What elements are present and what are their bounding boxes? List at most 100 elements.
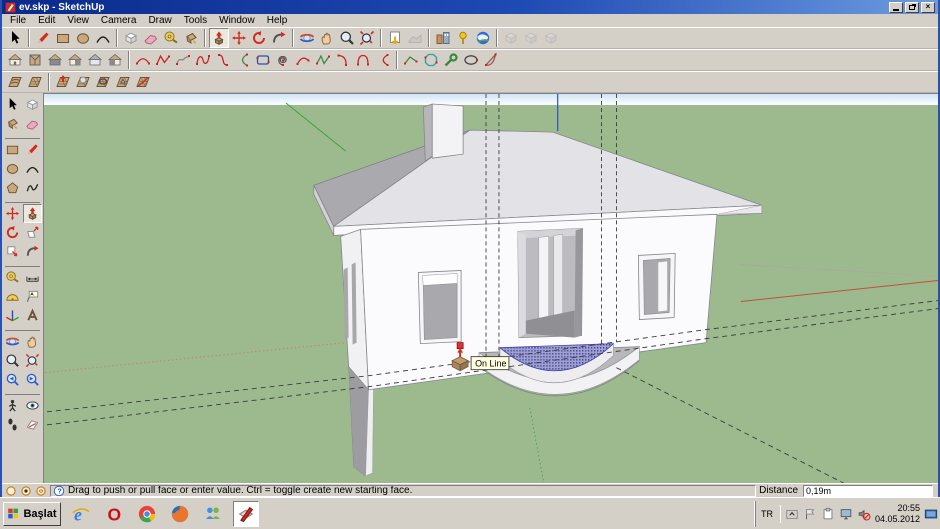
tape-measure-button[interactable] [161,28,181,48]
zoom-extents-button[interactable] [23,351,42,370]
drape-button[interactable] [93,72,113,92]
rounded-rectangle-button[interactable] [253,50,273,70]
line-button[interactable] [33,28,53,48]
c-curve-button[interactable] [373,50,393,70]
share-component-button[interactable] [541,28,561,48]
left-window[interactable] [418,270,461,343]
minimize-button[interactable] [889,2,903,13]
make-component-button[interactable] [121,28,141,48]
rotate-button[interactable] [249,28,269,48]
right-view-button[interactable] [65,50,85,70]
iso-view-button[interactable] [5,50,25,70]
menu-window[interactable]: Window [213,14,261,27]
protractor-button[interactable] [3,287,22,306]
from-scratch-button[interactable] [25,72,45,92]
toggle-terrain-button[interactable] [405,28,425,48]
paint-bucket-button[interactable] [3,114,22,133]
sketchup-button[interactable] [233,501,259,527]
zoom-previous-button[interactable] [3,370,22,389]
geolocation-icon[interactable] [5,485,17,497]
title-bar[interactable]: ev.skp - SketchUp × [2,0,938,14]
select-button[interactable] [5,28,25,48]
ellipse-button[interactable] [461,50,481,70]
signin-icon[interactable] [35,485,47,497]
credit-icon[interactable] [20,485,32,497]
axes-button[interactable] [3,306,22,325]
restore-button[interactable] [905,2,919,13]
spiral-button[interactable] [273,50,293,70]
language-indicator[interactable]: TR [758,508,776,520]
u-curve-button[interactable] [353,50,373,70]
clipboard-icon[interactable] [821,507,835,521]
top-view-button[interactable] [25,50,45,70]
polygon-ring-button[interactable] [421,50,441,70]
get-current-view-button[interactable] [385,28,405,48]
eraser-button[interactable] [23,114,42,133]
menu-help[interactable]: Help [261,14,294,27]
polygon-button[interactable] [3,178,22,197]
arc-button[interactable] [93,28,113,48]
plugin-wrench-button[interactable] [441,50,461,70]
hide-icons-arrow[interactable] [785,507,799,521]
google-earth-button[interactable] [473,28,493,48]
push-pull-button[interactable] [23,204,42,223]
orbit-button[interactable] [3,332,22,351]
bezier-arc-button[interactable] [133,50,153,70]
hook-curve-button[interactable] [333,50,353,70]
door-opening[interactable] [518,228,583,337]
eraser-button[interactable] [141,28,161,48]
flip-edge-button[interactable] [133,72,153,92]
front-view-button[interactable] [45,50,65,70]
firefox-button[interactable] [167,501,193,527]
zoom-next-button[interactable] [23,370,42,389]
chimney-side[interactable] [423,104,432,161]
walk-button[interactable] [3,415,22,434]
circle-button[interactable] [3,159,22,178]
simplify-curve-button[interactable] [401,50,421,70]
measurement-input[interactable]: 0,19m [803,485,933,497]
share-model-button[interactable] [521,28,541,48]
follow-me-button[interactable] [269,28,289,48]
bezier-freehand-button[interactable] [173,50,193,70]
follow-me-button[interactable] [23,242,42,261]
photo-textures-button[interactable] [433,28,453,48]
menu-file[interactable]: File [4,14,32,27]
start-button[interactable]: Başlat [3,502,61,526]
offset-button[interactable] [3,242,22,261]
zigzag-curve-button[interactable] [313,50,333,70]
menu-view[interactable]: View [61,14,95,27]
look-around-button[interactable] [23,396,42,415]
add-detail-button[interactable] [113,72,133,92]
bezier-polyline-button[interactable] [153,50,173,70]
menu-camera[interactable]: Camera [95,14,143,27]
rectangle-button[interactable] [53,28,73,48]
flag-icon[interactable] [803,507,817,521]
pan-button[interactable] [317,28,337,48]
make-component-button[interactable] [23,95,42,114]
select-button[interactable] [3,95,22,114]
rotate-button[interactable] [3,223,22,242]
pie-wedge-button[interactable] [481,50,501,70]
show-desktop-icon[interactable] [924,507,938,521]
bezier-open-arc-button[interactable] [233,50,253,70]
bezier-n-curve-button[interactable] [193,50,213,70]
freehand-button[interactable] [23,178,42,197]
opera-button[interactable]: O [101,501,127,527]
right-window[interactable] [638,253,675,319]
windows-messenger-button[interactable] [200,501,226,527]
left-view-button[interactable] [105,50,125,70]
position-camera-button[interactable] [3,396,22,415]
zoom-extents-button[interactable] [357,28,377,48]
stamp-button[interactable] [73,72,93,92]
from-contours-button[interactable] [5,72,25,92]
menu-draw[interactable]: Draw [142,14,177,27]
move-button[interactable] [229,28,249,48]
orbit-button[interactable] [297,28,317,48]
close-button[interactable]: × [921,2,935,13]
viewport[interactable]: On Line [44,93,938,483]
get-models-button[interactable] [501,28,521,48]
add-location-button[interactable] [453,28,473,48]
pan-button[interactable] [23,332,42,351]
help-icon[interactable]: ? [53,485,65,497]
menu-edit[interactable]: Edit [32,14,61,27]
